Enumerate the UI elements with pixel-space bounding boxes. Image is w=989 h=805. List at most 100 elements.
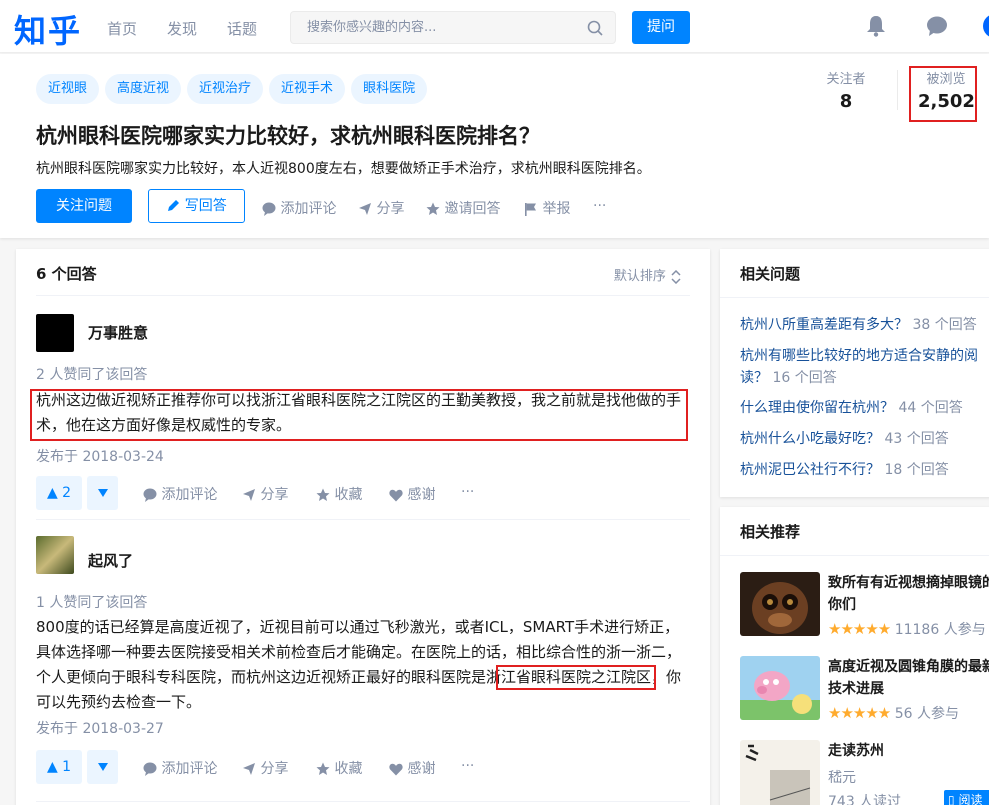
upvote-note: 2 人赞同了该回答 <box>36 367 148 383</box>
thanks-button[interactable]: 感谢 <box>389 758 435 778</box>
comment-icon <box>143 487 157 503</box>
followers-stat: 关注者 8 <box>822 68 870 112</box>
share-button[interactable]: 分享 <box>242 484 288 504</box>
related-question-item[interactable]: 什么理由使你留在杭州？ 44 个回答 <box>740 397 986 419</box>
collect-label: 收藏 <box>334 487 363 503</box>
related-question-item[interactable]: 杭州泥巴公社行不行？ 18 个回答 <box>740 459 986 481</box>
thanks-button[interactable]: 感谢 <box>389 484 435 504</box>
recommendation-item[interactable]: 致所有有近视想摘掉眼镜的你们 ★★★★★ 11186 人参与 <box>740 572 989 652</box>
rec-meta: ★★★★★ 11186 人参与 <box>828 620 986 638</box>
add-comment-label: 添加评论 <box>280 201 337 217</box>
upvote-note: 1 人赞同了该回答 <box>36 595 148 611</box>
top-navbar: 知乎 首页 发现 话题 提问 <box>0 0 989 53</box>
nav-explore[interactable]: 发现 <box>167 18 197 39</box>
topic-tag[interactable]: 眼科医院 <box>351 74 428 104</box>
user-avatar[interactable] <box>983 14 989 38</box>
related-question-item[interactable]: 杭州有哪些比较好的地方适合安静的阅读？ 16 个回答 <box>740 345 986 389</box>
add-comment-button[interactable]: 添加评论 <box>262 198 336 218</box>
author-avatar[interactable] <box>36 314 74 352</box>
share-button[interactable]: 分享 <box>242 758 288 778</box>
collect-label: 收藏 <box>334 761 363 777</box>
topic-tag[interactable]: 近视眼 <box>36 74 100 104</box>
star-icon <box>316 761 330 777</box>
ask-button[interactable]: 提问 <box>632 11 690 44</box>
rating-stars-icon: ★★★★★ <box>828 704 891 722</box>
author-avatar[interactable] <box>36 536 74 574</box>
recommendation-item[interactable]: 高度近视及圆锥角膜的最新技术进展 ★★★★★ 56 人参与 <box>740 656 989 736</box>
add-comment-button[interactable]: 添加评论 <box>143 484 217 504</box>
related-question-item[interactable]: 杭州什么小吃最好吃？ 43 个回答 <box>740 428 986 450</box>
followers-count: 8 <box>839 91 853 112</box>
heart-icon <box>389 487 403 503</box>
rec-title: 致所有有近视想摘掉眼镜的你们 <box>828 575 989 613</box>
more-options-icon[interactable]: ··· <box>461 484 474 500</box>
related-recommendations-card: 相关推荐 致所有有近视想摘掉眼镜的你们 ★★★★★ 11186 人参与 高度近视… <box>720 507 989 805</box>
related-questions-card: 相关问题 杭州八所重高差距有多大？ 38 个回答 杭州有哪些比较好的地方适合安静… <box>720 249 989 497</box>
add-comment-label: 添加评论 <box>161 761 218 777</box>
question-detail: 杭州眼科医院哪家实力比较好，本人近视800度左右，想要做矫正手术治疗，求杭州眼科… <box>36 161 651 177</box>
message-icon[interactable] <box>926 15 948 37</box>
comment-icon <box>262 201 276 217</box>
triangle-down-icon <box>97 759 108 775</box>
highlight-box <box>496 665 656 690</box>
heart-icon <box>389 761 403 777</box>
share-button[interactable]: 分享 <box>358 198 404 218</box>
upvote-button[interactable]: ▲ 1 <box>36 750 82 784</box>
share-label: 分享 <box>260 761 289 777</box>
zhihu-logo[interactable]: 知乎 <box>14 6 82 52</box>
rec-title: 高度近视及圆锥角膜的最新技术进展 <box>828 659 989 697</box>
divider <box>720 555 989 556</box>
rating-stars-icon: ★★★★★ <box>828 620 891 638</box>
divider <box>36 519 690 520</box>
publish-date[interactable]: 发布于 2018-03-24 <box>36 446 164 466</box>
share-label: 分享 <box>260 487 289 503</box>
add-comment-button[interactable]: 添加评论 <box>143 758 217 778</box>
nav-topics[interactable]: 话题 <box>227 18 257 39</box>
share-icon <box>242 487 256 503</box>
share-icon <box>358 201 372 217</box>
upvote-button[interactable]: ▲ 2 <box>36 476 82 510</box>
bell-icon[interactable] <box>866 15 886 37</box>
publish-date[interactable]: 发布于 2018-03-27 <box>36 718 164 738</box>
topic-list: 近视眼 高度近视 近视治疗 近视手术 眼科医院 <box>36 74 433 104</box>
collect-button[interactable]: 收藏 <box>316 758 362 778</box>
read-button[interactable]: ▯ 阅读 <box>944 790 989 805</box>
star-icon <box>426 201 440 217</box>
share-icon <box>242 761 256 777</box>
divider <box>36 801 690 802</box>
report-button[interactable]: 举报 <box>524 198 570 218</box>
rec-title: 走读苏州 <box>828 743 884 759</box>
related-questions-title: 相关问题 <box>740 265 801 283</box>
answers-card: 6 个回答 默认排序 万事胜意 2 人赞同了该回答 杭州这边做近视矫正推荐你可以… <box>16 249 710 805</box>
search-icon[interactable] <box>587 20 603 36</box>
question-header: 近视眼 高度近视 近视治疗 近视手术 眼科医院 杭州眼科医院哪家实力比较好，求杭州眼科医… <box>0 54 989 238</box>
follow-question-button[interactable]: 关注问题 <box>36 189 132 223</box>
author-name[interactable]: 起风了 <box>88 550 133 571</box>
answer-count: 6 个回答 <box>36 265 97 283</box>
write-answer-button[interactable]: 写回答 <box>148 189 245 223</box>
book-icon: ▯ <box>948 793 955 805</box>
more-options-icon[interactable]: ··· <box>461 758 474 774</box>
downvote-button[interactable] <box>87 750 118 784</box>
stat-divider <box>897 70 898 110</box>
topic-tag[interactable]: 近视手术 <box>269 74 346 104</box>
write-answer-label: 写回答 <box>184 198 227 214</box>
related-question-item[interactable]: 杭州八所重高差距有多大？ 38 个回答 <box>740 314 986 336</box>
nav-home[interactable]: 首页 <box>107 18 137 39</box>
search-box <box>290 11 616 44</box>
rec-author: 嵇元 <box>828 770 856 786</box>
topic-tag[interactable]: 高度近视 <box>105 74 182 104</box>
downvote-button[interactable] <box>87 476 118 510</box>
sort-label: 默认排序 <box>613 269 666 284</box>
more-options-icon[interactable]: ··· <box>593 198 606 214</box>
invite-answer-button[interactable]: 邀请回答 <box>426 198 500 218</box>
topic-tag[interactable]: 近视治疗 <box>187 74 264 104</box>
add-comment-label: 添加评论 <box>161 487 218 503</box>
collect-button[interactable]: 收藏 <box>316 484 362 504</box>
related-recs-title: 相关推荐 <box>740 523 801 541</box>
flag-icon <box>524 201 538 217</box>
search-input[interactable] <box>291 12 561 43</box>
question-title: 杭州眼科医院哪家实力比较好，求杭州眼科医院排名？ <box>36 124 540 148</box>
author-name[interactable]: 万事胜意 <box>88 322 148 343</box>
sort-selector[interactable]: 默认排序 <box>614 265 682 284</box>
